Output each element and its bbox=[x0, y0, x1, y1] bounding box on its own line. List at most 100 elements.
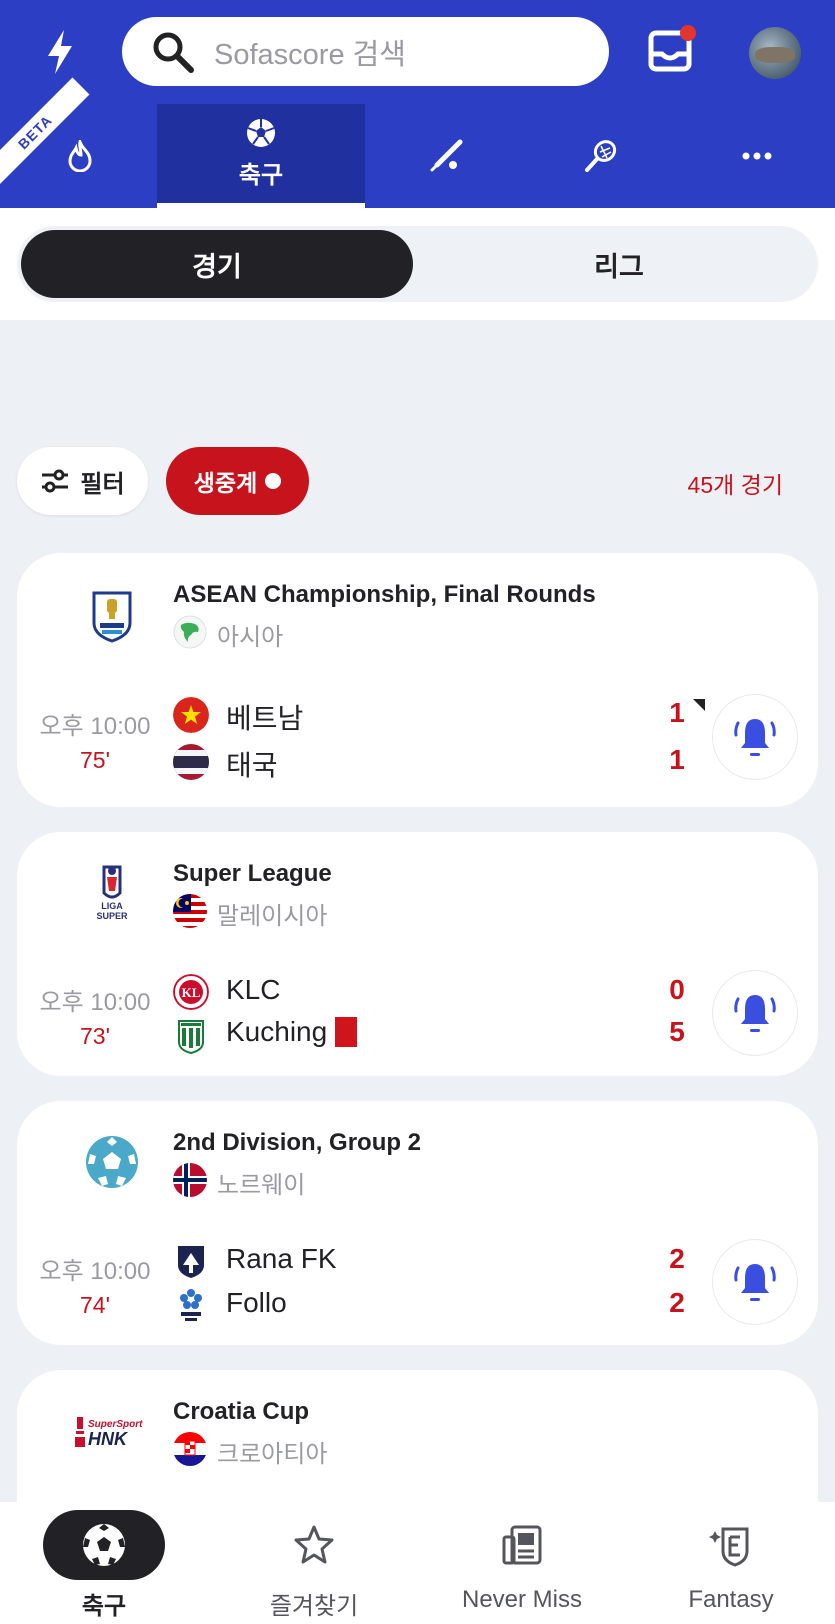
nav-pill bbox=[43, 1510, 165, 1580]
search-icon bbox=[153, 32, 194, 73]
svg-text:KL: KL bbox=[182, 985, 201, 1000]
svg-text:LIGA: LIGA bbox=[101, 901, 123, 911]
tab-trending[interactable] bbox=[40, 104, 120, 208]
away-team-name: Kuching bbox=[226, 1016, 358, 1048]
nav-pill bbox=[670, 1510, 792, 1580]
country-name: 아시아 bbox=[217, 624, 284, 651]
bottom-nav: 축구 즐겨찾기 Never Miss Fantasy bbox=[0, 1502, 835, 1624]
tab-more[interactable] bbox=[717, 104, 797, 208]
notify-bell-button[interactable] bbox=[712, 694, 798, 780]
tab-baseball[interactable] bbox=[405, 104, 485, 208]
soccer-ball-icon bbox=[83, 1524, 125, 1566]
vietnam-flag-icon bbox=[173, 697, 209, 733]
soccer-ball-icon bbox=[247, 119, 275, 147]
flame-icon bbox=[68, 140, 92, 172]
match-minute: 75' bbox=[80, 747, 110, 773]
rana-fk-logo-icon bbox=[173, 1243, 209, 1279]
svg-text:SUPER: SUPER bbox=[96, 911, 128, 921]
news-icon bbox=[502, 1525, 542, 1565]
away-score: 5 bbox=[669, 1016, 685, 1047]
match-card[interactable]: 2nd Division, Group 2 노르웨이 오후 10:00 74' … bbox=[17, 1101, 818, 1345]
league-name[interactable]: Croatia Cup bbox=[173, 1398, 309, 1426]
star-icon bbox=[294, 1525, 334, 1564]
filter-button[interactable]: 필터 bbox=[17, 447, 148, 515]
home-score: 1 bbox=[669, 697, 685, 728]
norway-flag-icon bbox=[173, 1163, 207, 1197]
asean-cup-logo bbox=[69, 581, 155, 647]
home-team-name: Rana FK bbox=[226, 1243, 337, 1274]
soccer-ball-league-icon bbox=[69, 1129, 155, 1195]
segment-leagues[interactable]: 리그 bbox=[425, 230, 813, 298]
view-segment-container: 경기 리그 bbox=[0, 208, 835, 320]
nav-label: 축구 bbox=[81, 1593, 127, 1620]
view-segment: 경기 리그 bbox=[17, 226, 818, 302]
search-input[interactable]: Sofascore 검색 bbox=[122, 17, 609, 86]
country-name: 말레이시아 bbox=[217, 903, 328, 930]
league-name[interactable]: Super League bbox=[173, 860, 332, 888]
sport-tabs: 축구 bbox=[0, 104, 835, 208]
nav-pill bbox=[461, 1510, 583, 1580]
match-count: 45개 경기 bbox=[687, 472, 783, 498]
home-team-name: 베트남 bbox=[226, 703, 304, 734]
nav-pill bbox=[253, 1510, 375, 1580]
segment-matches[interactable]: 경기 bbox=[21, 230, 413, 298]
thailand-flag-icon bbox=[173, 744, 209, 780]
home-score: 2 bbox=[669, 1243, 685, 1274]
match-minute: 73' bbox=[80, 1023, 110, 1049]
tab-label: 축구 bbox=[238, 162, 284, 189]
tennis-racket-icon bbox=[585, 140, 617, 172]
league-name[interactable]: 2nd Division, Group 2 bbox=[173, 1129, 421, 1157]
notify-bell-button[interactable] bbox=[712, 970, 798, 1056]
bell-icon bbox=[734, 1264, 776, 1301]
lightning-icon[interactable] bbox=[40, 28, 80, 76]
home-score: 0 bbox=[669, 974, 685, 1005]
nav-never-miss[interactable]: Never Miss bbox=[452, 1502, 592, 1624]
match-card[interactable]: LIGA SUPER Super League 말레이시아 오후 10:00 73… bbox=[17, 832, 818, 1076]
bell-icon bbox=[734, 719, 776, 756]
red-card-icon bbox=[335, 1016, 358, 1047]
nav-label: Never Miss bbox=[461, 1586, 582, 1613]
top-bar: Sofascore 검색 BETA 축구 bbox=[0, 0, 835, 208]
filter-label: 필터 bbox=[80, 470, 125, 498]
baseball-bat-icon bbox=[430, 139, 463, 172]
search-placeholder: Sofascore 검색 bbox=[214, 38, 406, 71]
match-card[interactable]: ASEAN Championship, Final Rounds 아시아 오후 … bbox=[17, 553, 818, 807]
live-button[interactable]: 생중계 bbox=[166, 447, 309, 515]
fantasy-shield-icon bbox=[709, 1527, 749, 1567]
asia-flag-icon bbox=[173, 615, 207, 649]
tab-football[interactable]: 축구 bbox=[157, 104, 365, 208]
corner-indicator-icon bbox=[693, 699, 705, 711]
away-team-label: Kuching bbox=[226, 1016, 328, 1047]
match-time: 오후 10:00 bbox=[39, 989, 151, 1016]
match-time: 오후 10:00 bbox=[39, 713, 151, 740]
country-name: 노르웨이 bbox=[217, 1172, 306, 1199]
live-dot-icon bbox=[265, 473, 282, 489]
nav-fantasy[interactable]: Fantasy bbox=[670, 1502, 792, 1624]
away-team-name: 태국 bbox=[226, 750, 278, 781]
nav-label: Fantasy bbox=[688, 1586, 774, 1613]
match-time: 오후 10:00 bbox=[39, 1258, 151, 1285]
home-team-name: KLC bbox=[226, 974, 281, 1005]
avatar[interactable] bbox=[749, 27, 801, 79]
bell-icon bbox=[734, 995, 776, 1032]
svg-text:HNK: HNK bbox=[88, 1429, 129, 1449]
liga-super-logo: LIGA SUPER bbox=[69, 860, 155, 926]
malaysia-flag-icon bbox=[173, 894, 207, 928]
away-score: 1 bbox=[669, 744, 685, 775]
kuching-logo-icon bbox=[173, 1018, 209, 1054]
nav-favorites[interactable]: 즐겨찾기 bbox=[253, 1502, 375, 1624]
follo-logo-icon bbox=[173, 1287, 209, 1323]
match-minute: 74' bbox=[80, 1292, 110, 1318]
league-name[interactable]: ASEAN Championship, Final Rounds bbox=[173, 581, 596, 609]
more-icon bbox=[742, 152, 772, 160]
away-score: 2 bbox=[669, 1287, 685, 1318]
croatia-flag-icon bbox=[173, 1432, 207, 1466]
supersport-hnk-logo: SuperSport HNK bbox=[69, 1398, 155, 1464]
notify-bell-button[interactable] bbox=[712, 1239, 798, 1325]
country-name: 크로아티아 bbox=[217, 1441, 328, 1468]
nav-label: 즐겨찾기 bbox=[269, 1593, 359, 1620]
notification-dot bbox=[680, 25, 696, 41]
tab-tennis[interactable] bbox=[561, 104, 641, 208]
nav-football[interactable]: 축구 bbox=[43, 1502, 165, 1624]
live-label: 생중계 bbox=[193, 470, 258, 496]
